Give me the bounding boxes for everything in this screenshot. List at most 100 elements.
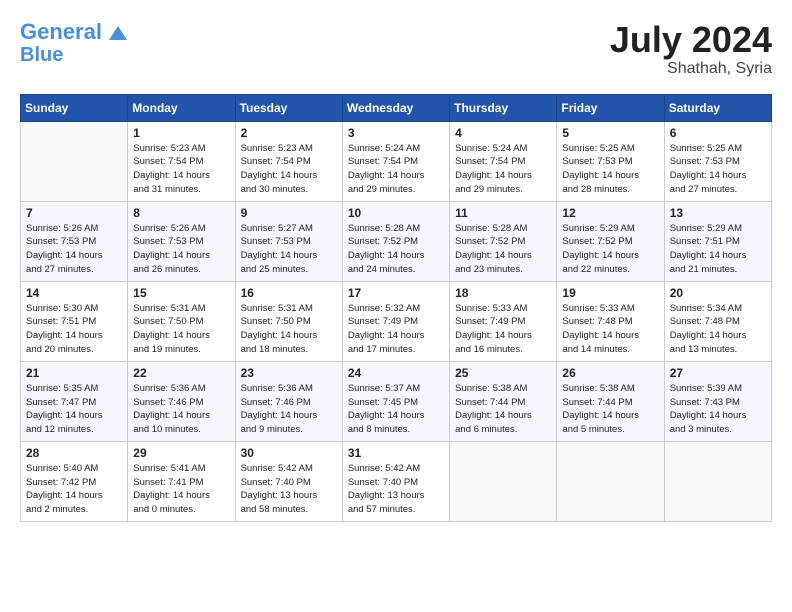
- column-header-saturday: Saturday: [664, 94, 771, 121]
- cell-details: Sunrise: 5:33 AMSunset: 7:48 PMDaylight:…: [562, 302, 658, 357]
- cell-details: Sunrise: 5:28 AMSunset: 7:52 PMDaylight:…: [348, 222, 444, 277]
- cell-details: Sunrise: 5:26 AMSunset: 7:53 PMDaylight:…: [26, 222, 122, 277]
- calendar-cell: 7Sunrise: 5:26 AMSunset: 7:53 PMDaylight…: [21, 201, 128, 281]
- day-number: 27: [670, 366, 766, 380]
- day-number: 11: [455, 206, 551, 220]
- cell-details: Sunrise: 5:38 AMSunset: 7:44 PMDaylight:…: [455, 382, 551, 437]
- cell-details: Sunrise: 5:28 AMSunset: 7:52 PMDaylight:…: [455, 222, 551, 277]
- location: Shathah, Syria: [610, 60, 772, 78]
- cell-details: Sunrise: 5:29 AMSunset: 7:52 PMDaylight:…: [562, 222, 658, 277]
- column-header-friday: Friday: [557, 94, 664, 121]
- calendar-cell: 24Sunrise: 5:37 AMSunset: 7:45 PMDayligh…: [342, 361, 449, 441]
- calendar-cell: 1 Sunrise: 5:23 AMSunset: 7:54 PMDaylight…: [128, 121, 235, 201]
- week-row-1: 1 Sunrise: 5:23 AMSunset: 7:54 PMDaylight…: [21, 121, 772, 201]
- week-row-4: 21 Sunrise: 5:35 AMSunset: 7:47 PMDayligh…: [21, 361, 772, 441]
- page-header: General Blue July 2024 Shathah, Syria: [20, 20, 772, 78]
- day-number: 21: [26, 366, 122, 380]
- day-number: 3: [348, 126, 444, 140]
- day-number: 20: [670, 286, 766, 300]
- day-number: 24: [348, 366, 444, 380]
- calendar-cell: 19 Sunrise: 5:33 AMSunset: 7:48 PMDayligh…: [557, 281, 664, 361]
- calendar-cell: 8Sunrise: 5:26 AMSunset: 7:53 PMDaylight…: [128, 201, 235, 281]
- day-number: 13: [670, 206, 766, 220]
- column-header-thursday: Thursday: [450, 94, 557, 121]
- calendar-cell: 15 Sunrise: 5:31 AMSunset: 7:50 PMDayligh…: [128, 281, 235, 361]
- cell-details: Sunrise: 5:25 AMSunset: 7:53 PMDaylight:…: [562, 142, 658, 197]
- cell-details: Sunrise: 5:34 AMSunset: 7:48 PMDaylight:…: [670, 302, 766, 357]
- cell-details: Sunrise: 5:36 AMSunset: 7:46 PMDaylight:…: [133, 382, 229, 437]
- week-row-5: 28 Sunrise: 5:40 AMSunset: 7:42 PMDayligh…: [21, 441, 772, 521]
- cell-details: Sunrise: 5:29 AMSunset: 7:51 PMDaylight:…: [670, 222, 766, 277]
- cell-details: Sunrise: 5:33 AMSunset: 7:49 PMDaylight:…: [455, 302, 551, 357]
- cell-details: Sunrise: 5:40 AMSunset: 7:42 PMDaylight:…: [26, 462, 122, 517]
- cell-details: Sunrise: 5:35 AMSunset: 7:47 PMDaylight:…: [26, 382, 122, 437]
- day-number: 18: [455, 286, 551, 300]
- day-number: 4: [455, 126, 551, 140]
- calendar-cell: 31Sunrise: 5:42 AMSunset: 7:40 PMDayligh…: [342, 441, 449, 521]
- cell-details: Sunrise: 5:30 AMSunset: 7:51 PMDaylight:…: [26, 302, 122, 357]
- day-number: 15: [133, 286, 229, 300]
- cell-details: Sunrise: 5:25 AMSunset: 7:53 PMDaylight:…: [670, 142, 766, 197]
- day-number: 26: [562, 366, 658, 380]
- cell-details: Sunrise: 5:31 AMSunset: 7:50 PMDaylight:…: [133, 302, 229, 357]
- day-number: 12: [562, 206, 658, 220]
- day-number: 5: [562, 126, 658, 140]
- calendar-cell: 6 Sunrise: 5:25 AMSunset: 7:53 PMDaylight…: [664, 121, 771, 201]
- cell-details: Sunrise: 5:39 AMSunset: 7:43 PMDaylight:…: [670, 382, 766, 437]
- week-row-3: 14 Sunrise: 5:30 AMSunset: 7:51 PMDayligh…: [21, 281, 772, 361]
- day-number: 1: [133, 126, 229, 140]
- calendar-cell: 22 Sunrise: 5:36 AMSunset: 7:46 PMDayligh…: [128, 361, 235, 441]
- day-number: 14: [26, 286, 122, 300]
- day-number: 22: [133, 366, 229, 380]
- calendar-cell: 10 Sunrise: 5:28 AMSunset: 7:52 PMDayligh…: [342, 201, 449, 281]
- calendar-table: SundayMondayTuesdayWednesdayThursdayFrid…: [20, 94, 772, 522]
- cell-details: Sunrise: 5:31 AMSunset: 7:50 PMDaylight:…: [241, 302, 337, 357]
- calendar-cell: [557, 441, 664, 521]
- cell-details: Sunrise: 5:41 AMSunset: 7:41 PMDaylight:…: [133, 462, 229, 517]
- cell-details: Sunrise: 5:23 AMSunset: 7:54 PMDaylight:…: [241, 142, 337, 197]
- cell-details: Sunrise: 5:27 AMSunset: 7:53 PMDaylight:…: [241, 222, 337, 277]
- day-number: 9: [241, 206, 337, 220]
- calendar-cell: 29 Sunrise: 5:41 AMSunset: 7:41 PMDayligh…: [128, 441, 235, 521]
- day-number: 19: [562, 286, 658, 300]
- logo-text: General: [20, 20, 128, 44]
- column-header-tuesday: Tuesday: [235, 94, 342, 121]
- cell-details: Sunrise: 5:42 AMSunset: 7:40 PMDaylight:…: [348, 462, 444, 517]
- title-block: July 2024 Shathah, Syria: [610, 20, 772, 78]
- day-number: 30: [241, 446, 337, 460]
- cell-details: Sunrise: 5:36 AMSunset: 7:46 PMDaylight:…: [241, 382, 337, 437]
- calendar-cell: 9 Sunrise: 5:27 AMSunset: 7:53 PMDaylight…: [235, 201, 342, 281]
- column-header-sunday: Sunday: [21, 94, 128, 121]
- calendar-cell: 26Sunrise: 5:38 AMSunset: 7:44 PMDayligh…: [557, 361, 664, 441]
- day-number: 25: [455, 366, 551, 380]
- month-year: July 2024: [610, 20, 772, 60]
- day-number: 10: [348, 206, 444, 220]
- calendar-cell: [21, 121, 128, 201]
- cell-details: Sunrise: 5:32 AMSunset: 7:49 PMDaylight:…: [348, 302, 444, 357]
- cell-details: Sunrise: 5:24 AMSunset: 7:54 PMDaylight:…: [455, 142, 551, 197]
- column-header-wednesday: Wednesday: [342, 94, 449, 121]
- day-number: 2: [241, 126, 337, 140]
- calendar-cell: 5 Sunrise: 5:25 AMSunset: 7:53 PMDaylight…: [557, 121, 664, 201]
- column-header-monday: Monday: [128, 94, 235, 121]
- logo-blue-text: Blue: [20, 44, 63, 66]
- calendar-cell: 17Sunrise: 5:32 AMSunset: 7:49 PMDayligh…: [342, 281, 449, 361]
- calendar-cell: 25 Sunrise: 5:38 AMSunset: 7:44 PMDayligh…: [450, 361, 557, 441]
- day-number: 8: [133, 206, 229, 220]
- calendar-cell: [450, 441, 557, 521]
- logo-icon: [109, 26, 127, 40]
- day-number: 28: [26, 446, 122, 460]
- calendar-cell: 3 Sunrise: 5:24 AMSunset: 7:54 PMDaylight…: [342, 121, 449, 201]
- calendar-cell: 30 Sunrise: 5:42 AMSunset: 7:40 PMDayligh…: [235, 441, 342, 521]
- calendar-cell: 2 Sunrise: 5:23 AMSunset: 7:54 PMDaylight…: [235, 121, 342, 201]
- calendar-header-row: SundayMondayTuesdayWednesdayThursdayFrid…: [21, 94, 772, 121]
- day-number: 29: [133, 446, 229, 460]
- cell-details: Sunrise: 5:24 AMSunset: 7:54 PMDaylight:…: [348, 142, 444, 197]
- cell-details: Sunrise: 5:23 AMSunset: 7:54 PMDaylight:…: [133, 142, 229, 197]
- day-number: 23: [241, 366, 337, 380]
- cell-details: Sunrise: 5:42 AMSunset: 7:40 PMDaylight:…: [241, 462, 337, 517]
- calendar-cell: 23 Sunrise: 5:36 AMSunset: 7:46 PMDayligh…: [235, 361, 342, 441]
- day-number: 16: [241, 286, 337, 300]
- day-number: 6: [670, 126, 766, 140]
- calendar-cell: 12 Sunrise: 5:29 AMSunset: 7:52 PMDayligh…: [557, 201, 664, 281]
